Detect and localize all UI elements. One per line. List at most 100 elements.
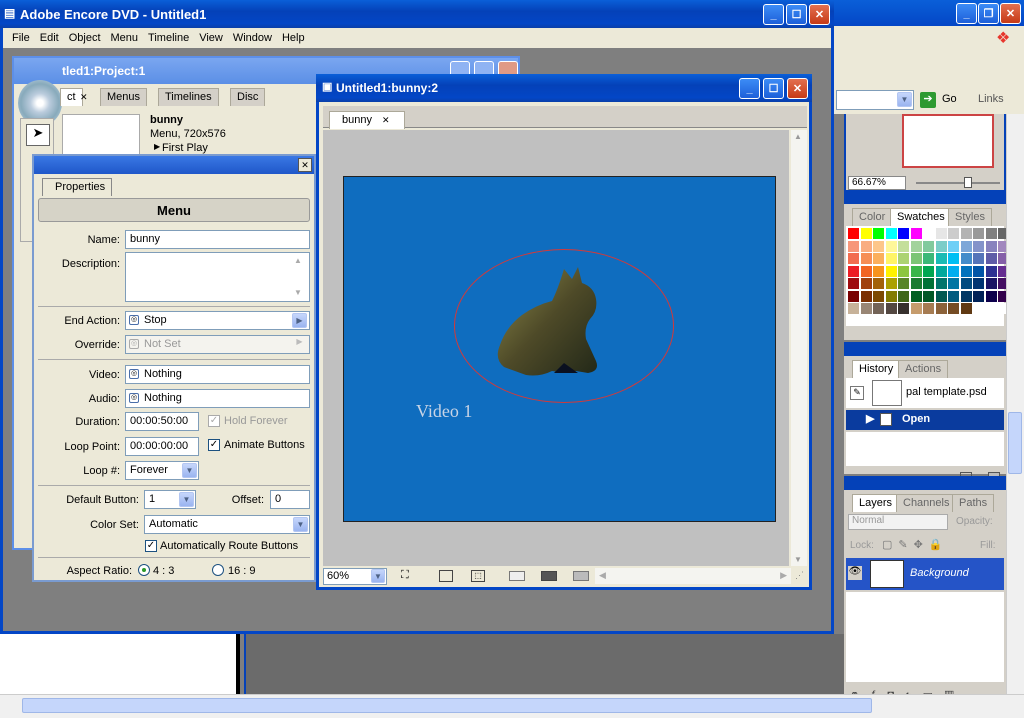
swatch[interactable]	[885, 240, 897, 252]
swatch[interactable]	[898, 240, 909, 252]
history-state-row[interactable]: ▶ Open	[846, 410, 1004, 430]
swatch[interactable]	[885, 303, 897, 314]
navigator-zoom-field[interactable]: 66.67%	[848, 176, 906, 190]
canvas-vertical-scrollbar[interactable]: ▲ ▼	[791, 130, 807, 566]
swatch[interactable]	[848, 240, 859, 252]
history-snapshot-row[interactable]: ✎ pal template.psd	[846, 378, 1004, 408]
menu-timeline[interactable]: Timeline	[143, 32, 194, 44]
swatch[interactable]	[923, 240, 934, 252]
menu-menu[interactable]: Menu	[106, 32, 144, 44]
swatch[interactable]	[898, 278, 909, 289]
swatch-grid[interactable]	[846, 226, 1024, 326]
swatch[interactable]	[848, 278, 859, 289]
swatch[interactable]	[960, 228, 972, 239]
end-action-arrow[interactable]: ▶	[292, 313, 307, 328]
swatch[interactable]	[860, 240, 872, 252]
swatch[interactable]	[860, 253, 872, 264]
swatch[interactable]	[973, 228, 984, 239]
swatch[interactable]	[985, 265, 997, 277]
layer-visibility-eye-icon[interactable]: 👁	[848, 566, 862, 580]
encore-minimize-button[interactable]: _	[763, 4, 784, 25]
end-action-field[interactable]: Stop	[125, 311, 310, 330]
view-selected-icon[interactable]	[541, 571, 557, 581]
swatch[interactable]	[873, 228, 884, 239]
encore-close-button[interactable]: ✕	[809, 4, 830, 25]
swatch[interactable]	[935, 278, 947, 289]
swatch[interactable]	[935, 253, 947, 264]
go-button[interactable]: Go	[942, 93, 957, 105]
name-field[interactable]: bunny	[125, 230, 310, 249]
swatch[interactable]	[873, 240, 884, 252]
bunny-maximize-button[interactable]: ☐	[763, 78, 784, 99]
menu-canvas[interactable]: Video 1	[343, 176, 776, 522]
loop-count-arrow[interactable]: ▼	[182, 463, 197, 478]
menu-file[interactable]: File	[7, 32, 35, 44]
animate-buttons-checkbox[interactable]: ✓	[208, 439, 220, 451]
swatch[interactable]	[860, 278, 872, 289]
swatch[interactable]	[898, 253, 909, 264]
swatch[interactable]	[960, 303, 972, 314]
swatch[interactable]	[885, 228, 897, 239]
menu-view[interactable]: View	[194, 32, 228, 44]
swatch[interactable]	[973, 303, 984, 314]
tab-styles[interactable]: Styles	[948, 208, 992, 226]
links-button[interactable]: Links	[978, 93, 1004, 105]
right-scrollbar-thumb[interactable]	[1008, 412, 1022, 474]
description-scroll-up-icon[interactable]: ▲	[294, 256, 302, 265]
show-hide-icon[interactable]: ⬚	[471, 570, 485, 582]
properties-tab[interactable]: Properties	[42, 178, 113, 196]
scroll-left-icon[interactable]: ◀	[599, 570, 606, 581]
swatch[interactable]	[960, 278, 972, 289]
swatch[interactable]	[948, 240, 959, 252]
swatch[interactable]	[923, 303, 934, 314]
swatch[interactable]	[910, 253, 922, 264]
duration-field[interactable]: 00:00:50:00	[125, 412, 199, 431]
project-tab-menus[interactable]: Menus	[100, 88, 148, 106]
canvas-scroll-down-icon[interactable]: ▼	[794, 555, 802, 564]
swatch[interactable]	[910, 228, 922, 239]
swatch[interactable]	[910, 303, 922, 314]
hold-forever-checkbox[interactable]: ✓	[208, 415, 220, 427]
offset-field[interactable]: 0	[270, 490, 310, 509]
tab-swatches[interactable]: Swatches	[890, 208, 952, 226]
swatch[interactable]	[885, 290, 897, 302]
zoom-select-arrow[interactable]: ▼	[371, 569, 385, 583]
swatch[interactable]	[848, 228, 859, 239]
swatch[interactable]	[960, 253, 972, 264]
swatch[interactable]	[898, 228, 909, 239]
bunny-close-button[interactable]: ✕	[787, 78, 808, 99]
fit-screen-icon[interactable]: ⛶	[401, 569, 409, 582]
default-button-arrow[interactable]: ▼	[179, 492, 194, 507]
navigator-zoom-slider[interactable]	[916, 182, 1000, 184]
swatch[interactable]	[860, 290, 872, 302]
swatch[interactable]	[923, 253, 934, 264]
audio-field[interactable]: Nothing	[125, 389, 310, 408]
description-field[interactable]	[125, 252, 310, 302]
project-tab-close-icon[interactable]: ✕	[80, 92, 88, 103]
swatch[interactable]	[848, 253, 859, 264]
swatch[interactable]	[948, 303, 959, 314]
swatch[interactable]	[860, 303, 872, 314]
swatch[interactable]	[948, 278, 959, 289]
swatch[interactable]	[948, 253, 959, 264]
swatch[interactable]	[885, 265, 897, 277]
swatch[interactable]	[873, 265, 884, 277]
swatch[interactable]	[973, 265, 984, 277]
view-activated-icon[interactable]	[573, 571, 589, 581]
canvas-scroll-up-icon[interactable]: ▲	[794, 132, 802, 141]
tab-actions[interactable]: Actions	[898, 360, 949, 378]
swatch[interactable]	[923, 278, 934, 289]
swatch[interactable]	[848, 290, 859, 302]
color-set-select[interactable]: Automatic	[144, 515, 310, 534]
canvas-text-video-1[interactable]: Video 1	[416, 401, 472, 422]
swatch[interactable]	[923, 290, 934, 302]
swatch[interactable]	[873, 290, 884, 302]
swatch[interactable]	[935, 265, 947, 277]
menu-window[interactable]: Window	[228, 32, 277, 44]
tab-channels[interactable]: Channels	[896, 494, 957, 512]
blend-mode-select[interactable]: Normal	[848, 514, 948, 530]
swatch[interactable]	[923, 228, 934, 239]
swatch[interactable]	[973, 290, 984, 302]
swatch[interactable]	[923, 265, 934, 277]
swatch[interactable]	[873, 278, 884, 289]
